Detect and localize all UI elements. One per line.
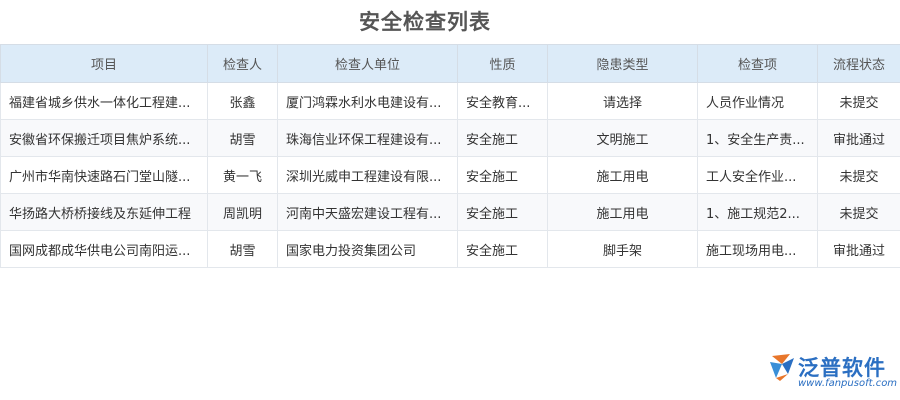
nature-cell: 安全教育... [457, 82, 548, 120]
check-item-cell: 1、施工规范2... [697, 193, 818, 231]
flow-status-link[interactable]: 未提交 [817, 82, 900, 120]
check-item-cell: 人员作业情况 [697, 82, 818, 120]
project-link[interactable]: 国网成都成华供电公司南阳运... [0, 230, 208, 268]
hazard-type-cell: 施工用电 [547, 156, 698, 194]
project-link[interactable]: 福建省城乡供水一体化工程建... [0, 82, 208, 120]
page-title: 安全检查列表 [359, 10, 491, 34]
project-link[interactable]: 广州市华南快速路石门堂山隧... [0, 156, 208, 194]
column-header-hazard-type[interactable]: 隐患类型 [547, 44, 698, 83]
hazard-type-cell: 请选择 [547, 82, 698, 120]
inspection-table: 项目 检查人 检查人单位 性质 隐患类型 检查项 流程状态 福建省城乡供水一体化… [0, 44, 900, 268]
inspector-cell: 胡雪 [207, 119, 278, 157]
table-row[interactable]: 华扬路大桥桥接线及东延伸工程 周凯明 河南中天盛宏建设工程有... 安全施工 施… [0, 193, 900, 231]
column-header-flow-status[interactable]: 流程状态 [817, 44, 900, 83]
column-header-project[interactable]: 项目 [0, 44, 208, 83]
hazard-type-cell: 文明施工 [547, 119, 698, 157]
table-row[interactable]: 广州市华南快速路石门堂山隧... 黄一飞 深圳光威申工程建设有限... 安全施工… [0, 156, 900, 194]
flow-status-link[interactable]: 审批通过 [817, 230, 900, 268]
fanpu-logo-icon [770, 354, 794, 381]
inspector-cell: 张鑫 [207, 82, 278, 120]
project-link[interactable]: 安徽省环保搬迁项目焦炉系统... [0, 119, 208, 157]
inspector-cell: 胡雪 [207, 230, 278, 268]
column-header-nature[interactable]: 性质 [457, 44, 548, 83]
table-header-row: 项目 检查人 检查人单位 性质 隐患类型 检查项 流程状态 [0, 44, 900, 83]
hazard-type-cell: 施工用电 [547, 193, 698, 231]
table-row[interactable]: 福建省城乡供水一体化工程建... 张鑫 厦门鸿霖水利水电建设有... 安全教育.… [0, 82, 900, 120]
inspector-unit-link[interactable]: 深圳光威申工程建设有限... [277, 156, 458, 194]
check-item-cell: 1、安全生产责... [697, 119, 818, 157]
inspector-unit-link[interactable]: 河南中天盛宏建设工程有... [277, 193, 458, 231]
inspector-cell: 周凯明 [207, 193, 278, 231]
table-row[interactable]: 国网成都成华供电公司南阳运... 胡雪 国家电力投资集团公司 安全施工 脚手架 … [0, 230, 900, 268]
flow-status-link[interactable]: 未提交 [817, 156, 900, 194]
inspector-unit-link[interactable]: 厦门鸿霖水利水电建设有... [277, 82, 458, 120]
flow-status-link[interactable]: 未提交 [817, 193, 900, 231]
column-header-inspector-unit[interactable]: 检查人单位 [277, 44, 458, 83]
column-header-check-item[interactable]: 检查项 [697, 44, 818, 83]
nature-cell: 安全施工 [457, 119, 548, 157]
brand-url: www.fanpusoft.com [798, 378, 898, 389]
hazard-type-cell: 脚手架 [547, 230, 698, 268]
check-item-cell: 工人安全作业... [697, 156, 818, 194]
nature-cell: 安全施工 [457, 230, 548, 268]
brand-logo: 泛普软件 www.fanpusoft.com [768, 352, 898, 394]
inspector-unit-link[interactable]: 珠海信业环保工程建设有... [277, 119, 458, 157]
inspector-unit-link[interactable]: 国家电力投资集团公司 [277, 230, 458, 268]
check-item-cell: 施工现场用电... [697, 230, 818, 268]
table-row[interactable]: 安徽省环保搬迁项目焦炉系统... 胡雪 珠海信业环保工程建设有... 安全施工 … [0, 119, 900, 157]
inspector-cell: 黄一飞 [207, 156, 278, 194]
nature-cell: 安全施工 [457, 156, 548, 194]
column-header-inspector[interactable]: 检查人 [207, 44, 278, 83]
nature-cell: 安全施工 [457, 193, 548, 231]
flow-status-link[interactable]: 审批通过 [817, 119, 900, 157]
project-link[interactable]: 华扬路大桥桥接线及东延伸工程 [0, 193, 208, 231]
